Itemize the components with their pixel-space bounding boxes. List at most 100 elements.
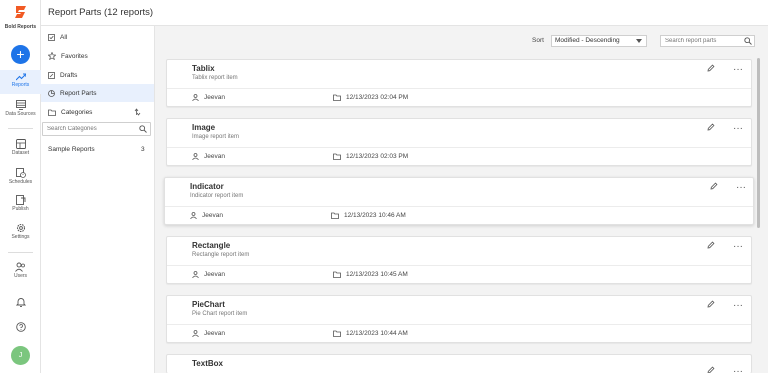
card-owner-name: Jeevan — [204, 330, 225, 337]
edit-icon[interactable] — [707, 64, 715, 72]
nav-label: Favorites — [61, 52, 88, 60]
edit-icon[interactable] — [707, 123, 715, 131]
card-divider — [167, 265, 751, 266]
more-options-icon[interactable]: ··· — [733, 367, 743, 373]
category-count: 3 — [141, 146, 145, 153]
card-title[interactable]: Tablix — [192, 64, 215, 73]
gear-icon — [16, 223, 25, 233]
category-search-input[interactable] — [42, 122, 151, 136]
user-icon — [190, 212, 197, 219]
page-title: Report Parts (12 reports) — [48, 7, 154, 18]
report-card[interactable]: Indicator Indicator report item Jeevan 1… — [164, 177, 754, 225]
avatar[interactable]: J — [11, 346, 30, 365]
edit-icon[interactable] — [707, 366, 715, 373]
report-card[interactable]: TextBox ··· — [166, 354, 752, 373]
card-owner: Jeevan — [192, 94, 225, 101]
more-options-icon[interactable]: ··· — [733, 301, 743, 311]
rail-item-reports[interactable]: Reports — [0, 70, 41, 94]
card-owner: Jeevan — [192, 330, 225, 337]
card-owner: Jeevan — [190, 212, 223, 219]
user-icon — [192, 94, 199, 101]
user-icon — [192, 153, 199, 160]
rail-item-settings[interactable]: Settings — [0, 223, 41, 240]
report-card[interactable]: Rectangle Rectangle report item Jeevan 1… — [166, 236, 752, 284]
search-icon[interactable] — [744, 37, 752, 45]
card-owner-name: Jeevan — [204, 271, 225, 278]
star-icon — [48, 52, 56, 60]
rail-label: Reports — [11, 82, 30, 88]
publish-icon — [15, 195, 25, 205]
nav-item-report-parts[interactable]: Report Parts — [41, 84, 154, 102]
brand-name: Bold Reports — [4, 24, 37, 30]
edit-icon[interactable] — [710, 182, 718, 190]
card-owner: Jeevan — [192, 153, 225, 160]
card-modified: 12/13/2023 10:45 AM — [333, 271, 408, 278]
card-title[interactable]: PieChart — [192, 300, 225, 309]
schedule-icon — [15, 168, 26, 178]
sort-value: Modified - Descending — [555, 37, 620, 44]
card-divider — [167, 88, 751, 89]
checkbox-icon — [48, 33, 55, 41]
chevron-down-icon — [636, 39, 642, 43]
card-subtitle: Indicator report item — [190, 193, 244, 199]
edit-icon[interactable] — [707, 300, 715, 308]
folder-clock-icon — [333, 94, 341, 101]
rail-item-data-sources[interactable]: Data Sources — [0, 100, 41, 117]
rail-divider — [8, 128, 33, 129]
rail-item-users[interactable]: Users — [0, 262, 41, 279]
search-input[interactable] — [660, 35, 755, 47]
card-date: 12/13/2023 10:46 AM — [344, 212, 406, 219]
rail-item-schedules[interactable]: Schedules — [0, 167, 41, 185]
report-card[interactable]: Image Image report item Jeevan 12/13/202… — [166, 118, 752, 166]
rail-label: Data Sources — [5, 111, 36, 117]
card-title[interactable]: TextBox — [192, 359, 223, 368]
card-divider — [165, 206, 753, 207]
more-options-icon[interactable]: ··· — [733, 124, 743, 134]
card-title[interactable]: Indicator — [190, 182, 224, 191]
nav-label: Drafts — [60, 71, 78, 79]
help-button[interactable] — [0, 322, 41, 332]
create-button[interactable]: + — [11, 45, 30, 64]
card-title[interactable]: Rectangle — [192, 241, 230, 250]
user-icon — [192, 330, 199, 337]
card-modified: 12/13/2023 02:03 PM — [333, 153, 408, 160]
rail-item-dataset[interactable]: Dataset — [0, 139, 41, 156]
rail-divider — [8, 252, 33, 253]
card-owner-name: Jeevan — [204, 153, 225, 160]
rail-label: Publish — [12, 206, 29, 212]
rail-label: Schedules — [8, 179, 33, 185]
report-card[interactable]: PieChart Pie Chart report item Jeevan 12… — [166, 295, 752, 343]
nav-item-categories[interactable]: Categories — [41, 103, 154, 121]
folder-clock-icon — [333, 330, 341, 337]
trending-up-icon — [15, 73, 26, 81]
rail-label: Users — [13, 273, 28, 279]
nav-item-favorites[interactable]: Favorites — [41, 47, 154, 65]
folder-icon — [48, 109, 56, 116]
notifications-button[interactable] — [0, 297, 41, 307]
more-options-icon[interactable]: ··· — [733, 242, 743, 252]
nav-label: Report Parts — [60, 89, 97, 97]
bold-reports-logo-icon — [14, 6, 26, 18]
page-header: Report Parts (12 reports) — [41, 0, 768, 26]
nav-item-drafts[interactable]: Drafts — [41, 66, 154, 84]
card-date: 12/13/2023 02:04 PM — [346, 94, 409, 101]
edit-icon[interactable] — [707, 241, 715, 249]
card-subtitle: Pie Chart report item — [192, 311, 248, 317]
database-icon — [15, 100, 26, 110]
rail-item-publish[interactable]: Publish — [0, 195, 41, 212]
card-owner-name: Jeevan — [202, 212, 223, 219]
sort-dropdown[interactable]: Modified - Descending — [551, 35, 647, 47]
more-options-icon[interactable]: ··· — [733, 65, 743, 75]
nav-item-all[interactable]: All — [41, 28, 154, 46]
sort-arrows-icon[interactable] — [134, 108, 141, 116]
search-icon[interactable] — [139, 125, 147, 133]
report-card[interactable]: Tablix Tablix report item Jeevan 12/13/2… — [166, 59, 752, 107]
category-item[interactable]: Sample Reports — [48, 146, 148, 153]
more-options-icon[interactable]: ··· — [736, 183, 746, 193]
users-icon — [15, 262, 25, 272]
edit-box-icon — [48, 71, 55, 79]
card-title[interactable]: Image — [192, 123, 215, 132]
brand-logo[interactable]: Bold Reports — [0, 4, 41, 30]
folder-clock-icon — [331, 212, 339, 219]
scrollbar[interactable] — [757, 58, 760, 228]
